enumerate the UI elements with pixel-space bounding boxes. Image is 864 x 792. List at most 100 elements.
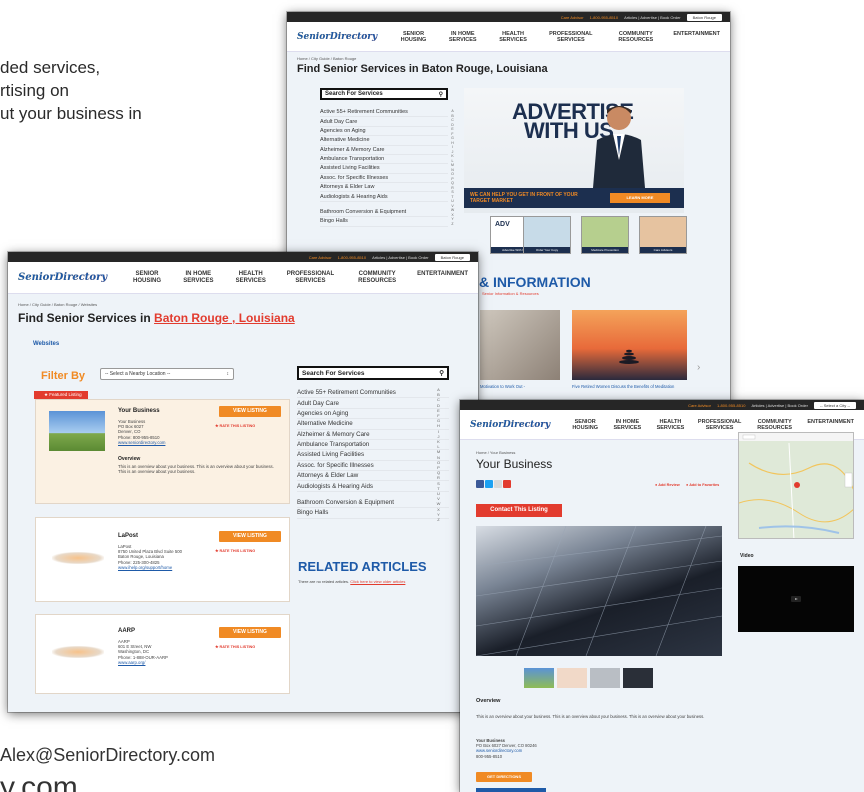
alphabet-letter[interactable]: W	[436, 501, 441, 506]
nav-professional-services[interactable]: PROFESSIONAL SERVICES	[543, 31, 598, 43]
care-advisor-link[interactable]: Care Advisor	[309, 255, 332, 260]
ad-learn-more-button[interactable]: LEARN MORE	[610, 193, 670, 203]
advertise-banner[interactable]: ADVERTISE WITH US WE CAN HELP YOU GET IN…	[464, 88, 684, 213]
thumb-care-advisors[interactable]: Care Advisors	[639, 216, 687, 254]
service-item[interactable]: Alzheimer & Memory Care	[297, 430, 449, 440]
contact-listing-button[interactable]: Contact This Listing	[476, 504, 562, 517]
city-select[interactable]: Baton Rouge	[434, 253, 470, 261]
care-advisor-link[interactable]: Care Advisor	[688, 403, 711, 408]
thumb-order-copy[interactable]: Order Your Copy	[523, 216, 571, 254]
alphabet-index[interactable]: ABCDEFGHIJKLMNOPQRSTUVWXYZ	[450, 109, 455, 226]
nav-health-services[interactable]: HEALTH SERVICES	[655, 419, 687, 431]
phone-number[interactable]: 1-800-955-8510	[590, 15, 618, 20]
nav-professional-services[interactable]: PROFESSIONAL SERVICES	[697, 419, 742, 431]
get-directions-button[interactable]: GET DIRECTIONS	[476, 772, 532, 782]
alphabet-letter[interactable]: Z	[436, 517, 441, 522]
service-item[interactable]: Active 55+ Retirement Communities	[297, 388, 449, 399]
rate-listing-1[interactable]: ★ RATE THIS LISTING	[215, 423, 255, 428]
service-item[interactable]: Bathroom Conversion & Equipment	[297, 498, 449, 509]
nav-in-home-services[interactable]: IN HOME SERVICES	[179, 271, 218, 285]
top-links[interactable]: Articles | Advertise | Book Order	[624, 15, 681, 20]
nav-in-home-services[interactable]: IN HOME SERVICES	[443, 31, 483, 43]
gallery-thumb-2[interactable]	[557, 668, 587, 688]
top-links[interactable]: Articles | Advertise | Book Order	[372, 255, 429, 260]
service-item[interactable]: Alzheimer & Memory Care	[320, 146, 448, 155]
service-item[interactable]: Agencies on Aging	[297, 409, 449, 420]
service-item[interactable]: Alternative Medicine	[297, 419, 449, 430]
site-logo[interactable]: SeniorDirectory	[14, 268, 107, 286]
listing-image-1[interactable]	[49, 411, 105, 451]
gallery-thumb-4[interactable]	[623, 668, 653, 688]
thumb-medicare[interactable]: Medicare Prevention	[581, 216, 629, 254]
listing-hero-image[interactable]	[475, 525, 723, 657]
service-item[interactable]: Attorneys & Elder Law	[320, 183, 448, 193]
care-advisor-link[interactable]: Care Advisor	[561, 15, 584, 20]
service-item[interactable]: Audiologists & Hearing Aids	[297, 481, 449, 492]
service-item[interactable]: Active 55+ Retirement Communities	[320, 108, 448, 118]
alphabet-letter[interactable]: Z	[450, 222, 455, 227]
breadcrumb[interactable]: Home / City Guide / Baton Rouge / Websit…	[8, 294, 478, 307]
nav-entertainment[interactable]: ENTERTAINMENT	[417, 271, 468, 285]
play-icon[interactable]	[791, 596, 801, 602]
top-links[interactable]: Articles | Advertise | Book Order	[751, 403, 808, 408]
search-services-box[interactable]: Search For Services ⚲	[320, 88, 448, 100]
nav-senior-housing[interactable]: SENIOR HOUSING	[129, 271, 165, 285]
nav-senior-housing[interactable]: SENIOR HOUSING	[570, 419, 600, 431]
rate-listing-2[interactable]: ★ RATE THIS LISTING	[215, 548, 255, 553]
article-title-2[interactable]: Five Retired Women Discuss the Benefits …	[572, 384, 682, 389]
listing-link-1[interactable]: www.seniordirectory.com	[118, 440, 165, 445]
listing-name-3[interactable]: AARP	[118, 628, 135, 634]
site-logo[interactable]: SeniorDirectory	[466, 415, 550, 434]
city-select[interactable]: Baton Rouge	[686, 13, 722, 21]
listing-name-1[interactable]: Your Business	[118, 408, 160, 414]
search-icon[interactable]: ⚲	[439, 91, 443, 98]
older-articles-link[interactable]: Click here to view older articles	[350, 579, 405, 584]
add-favorite-link[interactable]: ● Add to Favorites	[686, 483, 719, 487]
listing-name-2[interactable]: LaPost	[118, 533, 138, 539]
service-item[interactable]: Attorneys & Elder Law	[297, 471, 449, 482]
nav-health-services[interactable]: HEALTH SERVICES	[232, 271, 270, 285]
video-player[interactable]	[738, 566, 854, 632]
service-item[interactable]: Assoc. for Specific Illnesses	[320, 174, 448, 183]
service-item[interactable]: Ambulance Transportation	[320, 155, 448, 165]
service-item[interactable]: Alternative Medicine	[320, 136, 448, 146]
listing-link-2[interactable]: www.ihelp.org/support/home	[118, 565, 182, 570]
nav-community-resources[interactable]: COMMUNITY RESOURCES	[753, 419, 796, 431]
city-link[interactable]: Baton Rouge , Louisiana	[154, 311, 295, 325]
view-listing-button-2[interactable]: VIEW LISTING	[219, 531, 281, 542]
listing-link-3[interactable]: www.aarp.org/	[118, 660, 168, 665]
nav-senior-housing[interactable]: SENIOR HOUSING	[395, 31, 432, 43]
breadcrumb[interactable]: Home / City Guide / Baton Rouge	[287, 52, 730, 61]
city-select[interactable]: -- Select a City --	[813, 401, 856, 409]
phone-number[interactable]: 1-800-955-8510	[717, 403, 745, 408]
gallery-thumb-1[interactable]	[524, 668, 554, 688]
service-item[interactable]: Assisted Living Facilities	[320, 164, 448, 174]
facebook-icon[interactable]	[476, 480, 484, 488]
rate-listing-3[interactable]: ★ RATE THIS LISTING	[215, 644, 255, 649]
alphabet-index[interactable]: ABCDEFGHIJKLMNOPQRSTUVWXYZ	[436, 387, 441, 522]
email-icon[interactable]	[494, 480, 502, 488]
search-services-box[interactable]: Search For Services ⚲	[297, 366, 449, 380]
add-review-link[interactable]: ● Add Review	[655, 483, 680, 487]
nav-in-home-services[interactable]: IN HOME SERVICES	[611, 419, 644, 431]
service-item[interactable]: Bingo Halls	[320, 217, 448, 227]
article-image-workout[interactable]	[480, 310, 560, 380]
service-item[interactable]: Agencies on Aging	[320, 127, 448, 137]
service-item[interactable]: Adult Day Care	[297, 398, 449, 409]
nav-health-services[interactable]: HEALTH SERVICES	[494, 31, 533, 43]
article-image-meditation[interactable]	[572, 310, 687, 380]
service-item[interactable]: Bathroom Conversion & Equipment	[320, 208, 448, 218]
service-item[interactable]: Ambulance Transportation	[297, 440, 449, 451]
search-icon[interactable]: ⚲	[439, 369, 444, 377]
nav-entertainment[interactable]: ENTERTAINMENT	[807, 419, 854, 431]
twitter-icon[interactable]	[485, 480, 493, 488]
view-listing-button-3[interactable]: VIEW LISTING	[219, 627, 281, 638]
service-item[interactable]: Bingo Halls	[297, 508, 449, 519]
carousel-next-icon[interactable]: ›	[697, 362, 700, 373]
gallery-thumb-3[interactable]	[590, 668, 620, 688]
view-listing-button-1[interactable]: VIEW LISTING	[219, 406, 281, 417]
service-item[interactable]: Assisted Living Facilities	[297, 450, 449, 461]
service-item[interactable]: Audiologists & Hearing Aids	[320, 192, 448, 202]
nav-entertainment[interactable]: ENTERTAINMENT	[673, 31, 720, 43]
service-item[interactable]: Adult Day Care	[320, 117, 448, 127]
